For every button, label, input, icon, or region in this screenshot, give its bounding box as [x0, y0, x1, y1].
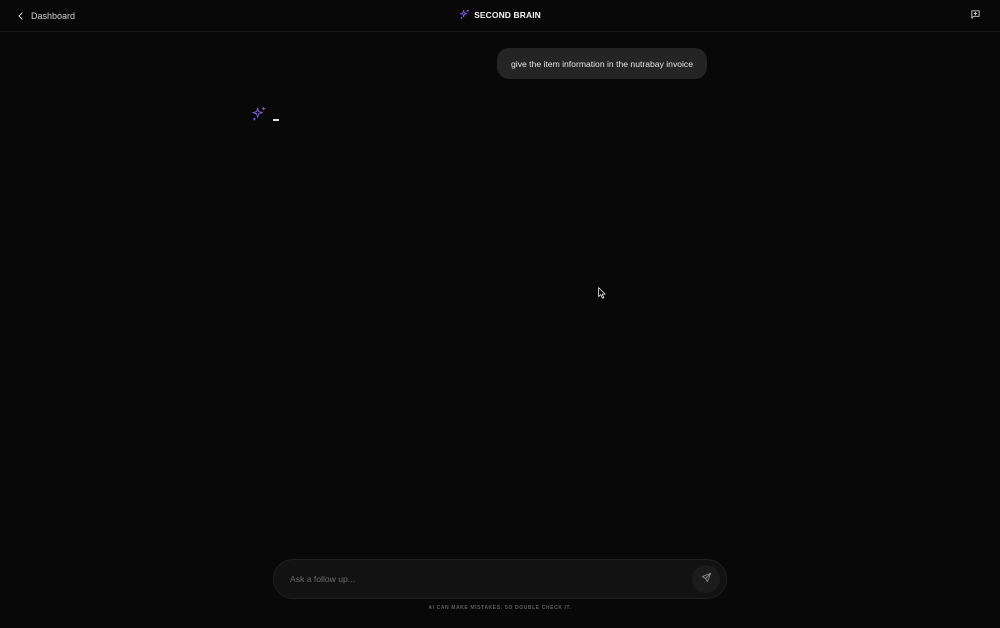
chat-app: Dashboard SECOND BRAIN give the item inf…: [0, 0, 1000, 628]
new-chat-button[interactable]: [968, 9, 982, 23]
ai-disclaimer: AI CAN MAKE MISTAKES. SO DOUBLE CHECK IT…: [428, 605, 572, 611]
brand: SECOND BRAIN: [459, 9, 541, 20]
send-button[interactable]: [692, 565, 720, 593]
back-link-label: Dashboard: [31, 11, 76, 21]
chevron-left-icon: [17, 12, 24, 20]
user-message: give the item information in the nutraba…: [497, 48, 708, 79]
top-bar: Dashboard SECOND BRAIN: [0, 0, 1000, 32]
typing-cursor: [273, 119, 279, 121]
mouse-cursor-icon: [598, 286, 606, 299]
send-icon: [701, 570, 712, 588]
follow-up-input[interactable]: [290, 560, 680, 598]
message-square-plus-icon: [970, 7, 981, 25]
sparkles-icon: [459, 9, 470, 20]
user-message-text: give the item information in the nutraba…: [511, 58, 694, 69]
assistant-message: [251, 106, 279, 122]
back-to-dashboard-link[interactable]: Dashboard: [17, 9, 75, 23]
brand-name: SECOND BRAIN: [474, 9, 541, 20]
composer: [273, 559, 727, 599]
sparkles-icon: [251, 106, 267, 122]
